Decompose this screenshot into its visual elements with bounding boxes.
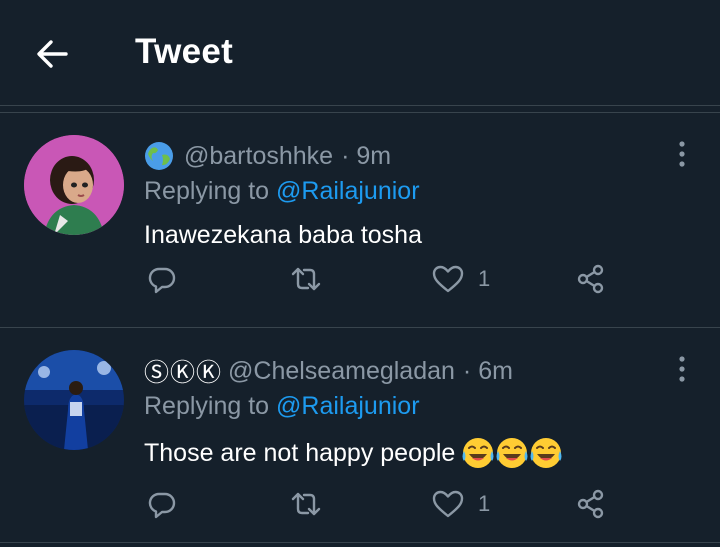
tweet-reply[interactable]: ⓈⓀⓀ @Chelseamegladan · 6m Replying to @R… bbox=[0, 328, 720, 542]
like-icon bbox=[432, 490, 464, 518]
like-count: 1 bbox=[478, 266, 491, 291]
tweet-time: · 9m bbox=[341, 141, 392, 170]
replying-to-label: Replying to bbox=[144, 392, 270, 420]
reply-icon bbox=[148, 492, 176, 519]
replying-to-label: Replying to bbox=[144, 177, 270, 205]
tweet-actions: 1 bbox=[0, 484, 720, 524]
display-name[interactable]: ⓈⓀⓀ bbox=[144, 353, 222, 389]
share-button[interactable] bbox=[576, 259, 606, 299]
tweet-time: · 6m bbox=[462, 356, 513, 385]
retweet-icon bbox=[291, 492, 321, 516]
avatar[interactable] bbox=[24, 135, 124, 235]
reply-icon bbox=[148, 267, 176, 294]
globe-emoji-icon bbox=[144, 141, 174, 171]
mention-link[interactable]: @Railajunior bbox=[276, 177, 420, 205]
page-title: Tweet bbox=[135, 32, 234, 71]
share-icon bbox=[577, 489, 604, 519]
replying-to: Replying to @Railajunior bbox=[144, 392, 420, 421]
share-button[interactable] bbox=[576, 484, 606, 524]
reply-button[interactable] bbox=[147, 484, 177, 524]
reply-button[interactable] bbox=[147, 259, 177, 299]
tweet-handle[interactable]: @bartoshhke bbox=[184, 142, 333, 171]
retweet-button[interactable] bbox=[289, 259, 323, 299]
more-options-button[interactable] bbox=[670, 139, 694, 169]
tweet-meta: ⓈⓀⓀ @Chelseamegladan · 6m bbox=[144, 354, 513, 388]
replying-to: Replying to @Railajunior bbox=[144, 177, 420, 206]
avatar[interactable] bbox=[24, 350, 124, 450]
tweet-meta: @bartoshhke · 9m bbox=[144, 139, 391, 173]
top-bar: Tweet bbox=[0, 0, 720, 104]
more-icon bbox=[679, 141, 685, 167]
tweet-text: Those are not happy people bbox=[144, 436, 563, 470]
header-divider bbox=[0, 105, 720, 106]
tears-of-joy-emoji-icon bbox=[461, 436, 563, 470]
tweet-text: Inawezekana baba tosha bbox=[144, 221, 422, 250]
retweet-icon bbox=[291, 267, 321, 291]
retweet-button[interactable] bbox=[289, 484, 323, 524]
like-icon bbox=[432, 265, 464, 293]
share-icon bbox=[577, 264, 604, 294]
tweet-handle[interactable]: @Chelseamegladan bbox=[228, 357, 455, 386]
like-button[interactable]: 1 bbox=[432, 259, 490, 299]
like-button[interactable]: 1 bbox=[432, 484, 490, 524]
tweet-reply[interactable]: @bartoshhke · 9m Replying to @Railajunio… bbox=[0, 113, 720, 327]
back-button[interactable] bbox=[34, 36, 70, 72]
arrow-left-icon bbox=[37, 40, 68, 68]
like-count: 1 bbox=[478, 491, 491, 516]
tweet-actions: 1 bbox=[0, 259, 720, 299]
tweet-text-content: Those are not happy people bbox=[144, 438, 456, 467]
tweet-text-content: Inawezekana baba tosha bbox=[144, 221, 422, 249]
mention-link[interactable]: @Railajunior bbox=[276, 392, 420, 420]
more-options-button[interactable] bbox=[670, 354, 694, 384]
more-icon bbox=[679, 356, 685, 382]
divider bbox=[0, 542, 720, 543]
